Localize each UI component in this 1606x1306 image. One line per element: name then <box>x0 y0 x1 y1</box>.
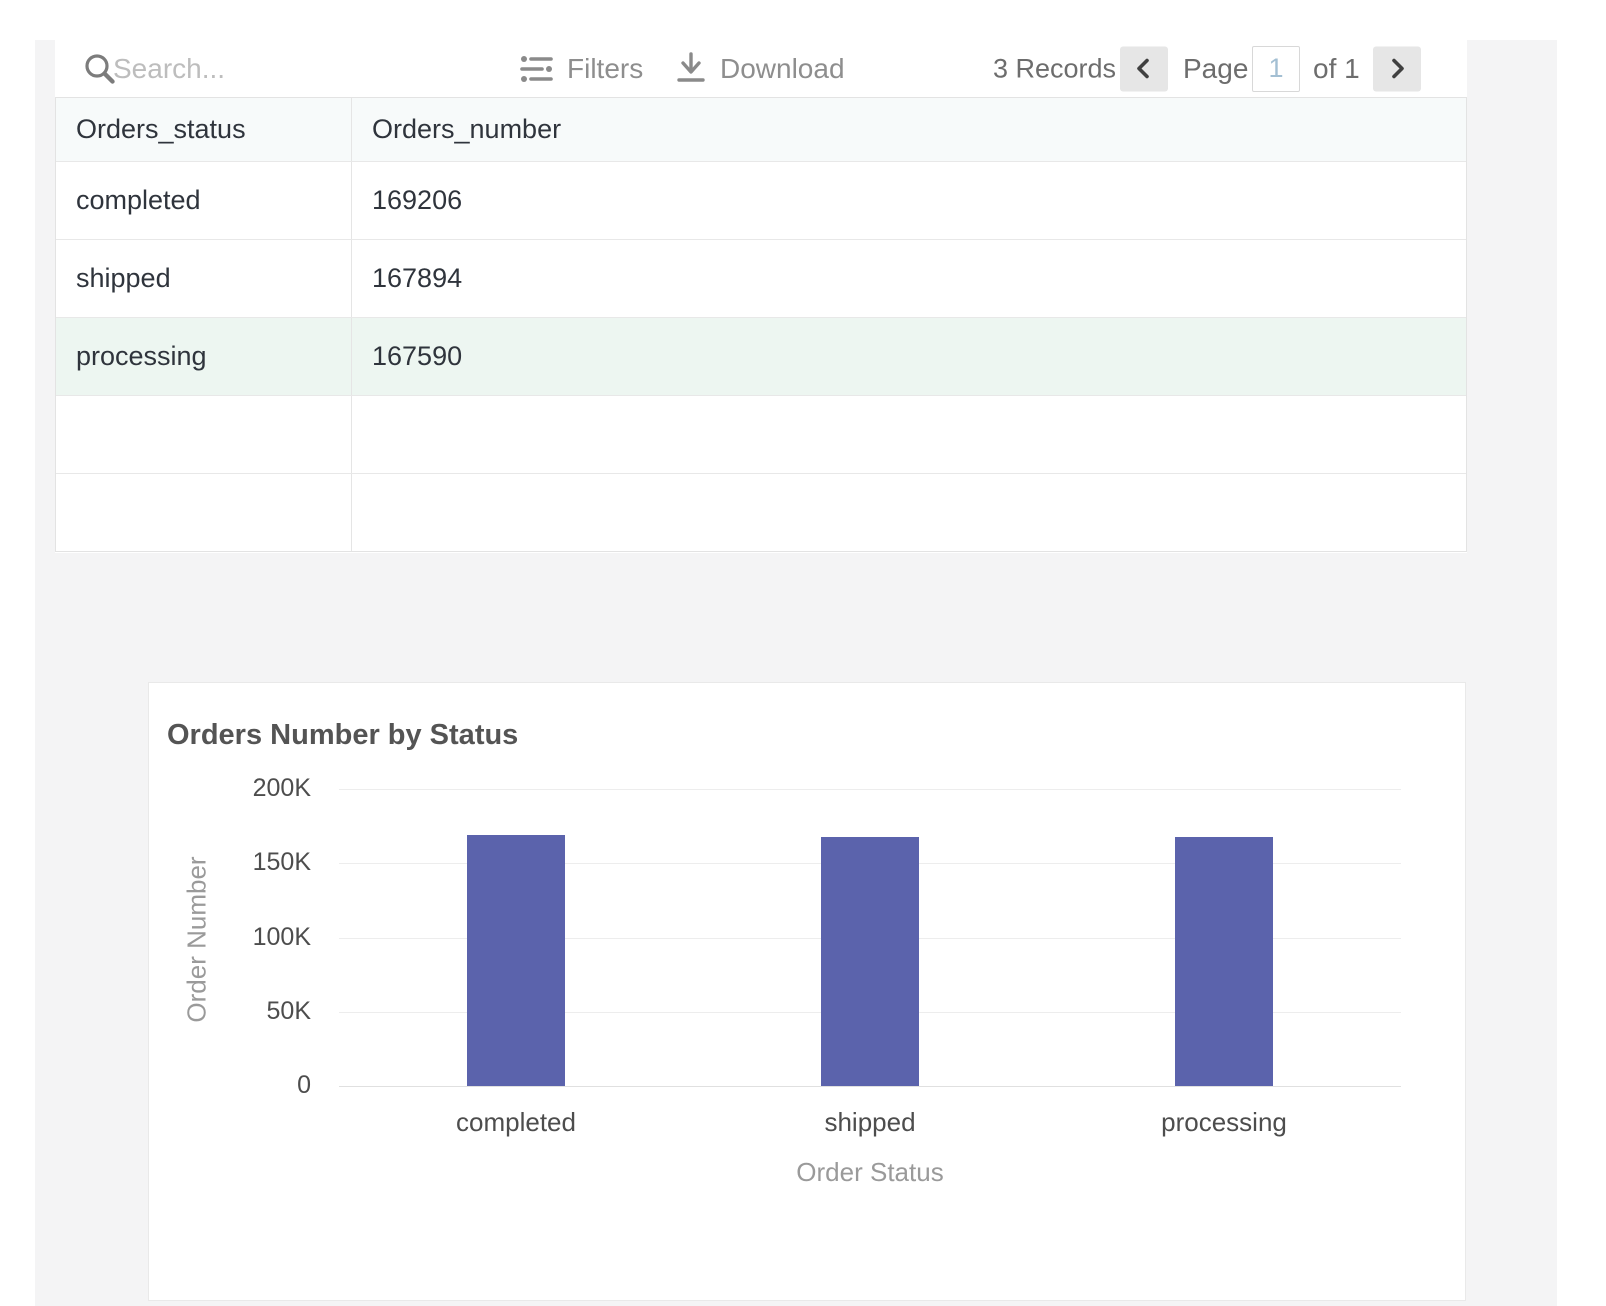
cell-orders-status: completed <box>56 162 352 239</box>
table-row[interactable]: shipped 167894 <box>56 239 1466 317</box>
filters-label: Filters <box>567 52 644 84</box>
search-input[interactable] <box>113 52 443 85</box>
cell-empty <box>56 474 352 551</box>
table-header-row: Orders_status Orders_number <box>56 98 1466 161</box>
table-toolbar: Filters Download 3 Records Page of 1 <box>55 40 1467 97</box>
gridline <box>339 789 1401 790</box>
cell-empty <box>56 396 352 473</box>
x-axis-tick-label: shipped <box>824 1107 916 1137</box>
x-axis-title: Order Status <box>796 1157 944 1187</box>
cell-orders-number: 167894 <box>372 263 463 293</box>
y-axis-tick-label: 50K <box>266 997 311 1025</box>
download-label: Download <box>720 52 845 84</box>
page-number-input[interactable] <box>1252 45 1300 92</box>
table-row[interactable]: completed 169206 <box>56 161 1466 239</box>
download-button[interactable]: Download <box>675 51 845 87</box>
filters-icon <box>520 54 554 84</box>
search-icon <box>83 52 117 86</box>
x-axis-tick-label: completed <box>456 1107 576 1137</box>
chart-card: Orders Number by Status Order Number Ord… <box>148 682 1466 1301</box>
bar-chart: Order Number Order Status 0 50K 100K 150K 20… <box>149 683 1465 1300</box>
results-table: Orders_status Orders_number completed 16… <box>55 97 1467 552</box>
table-row-highlighted[interactable]: processing 167590 <box>56 317 1466 395</box>
y-axis-tick-label: 0 <box>297 1071 311 1099</box>
x-axis-tick-label: processing <box>1161 1107 1287 1137</box>
cell-empty <box>352 474 1466 551</box>
bar-shipped[interactable] <box>821 837 919 1086</box>
table-row-empty <box>56 395 1466 473</box>
prev-page-button[interactable] <box>1120 46 1168 91</box>
cell-orders-number: 169206 <box>372 185 463 215</box>
y-axis-tick-label: 150K <box>252 848 311 876</box>
results-panel: Filters Download 3 Records Page of 1 <box>55 40 1467 553</box>
records-count: 3 Records <box>993 53 1117 83</box>
page-label: Page <box>1183 52 1249 84</box>
cell-orders-status: shipped <box>56 240 352 317</box>
y-axis-tick-label: 100K <box>252 923 311 951</box>
cell-orders-number: 167590 <box>372 341 463 371</box>
bar-completed[interactable] <box>467 835 565 1086</box>
column-header-orders-status[interactable]: Orders_status <box>56 98 352 161</box>
next-page-button[interactable] <box>1373 46 1421 91</box>
filters-button[interactable]: Filters <box>520 53 643 85</box>
x-axis-line <box>339 1086 1401 1087</box>
download-icon <box>675 51 707 87</box>
table-row-empty <box>56 473 1466 551</box>
chevron-left-icon <box>1131 56 1157 82</box>
cell-empty <box>352 396 1466 473</box>
y-axis-tick-label: 200K <box>252 774 311 802</box>
chevron-right-icon <box>1384 56 1410 82</box>
column-header-orders-number[interactable]: Orders_number <box>352 98 1466 161</box>
bar-processing[interactable] <box>1175 837 1273 1086</box>
cell-orders-status: processing <box>56 318 352 395</box>
page-of-label: of 1 <box>1313 52 1360 84</box>
